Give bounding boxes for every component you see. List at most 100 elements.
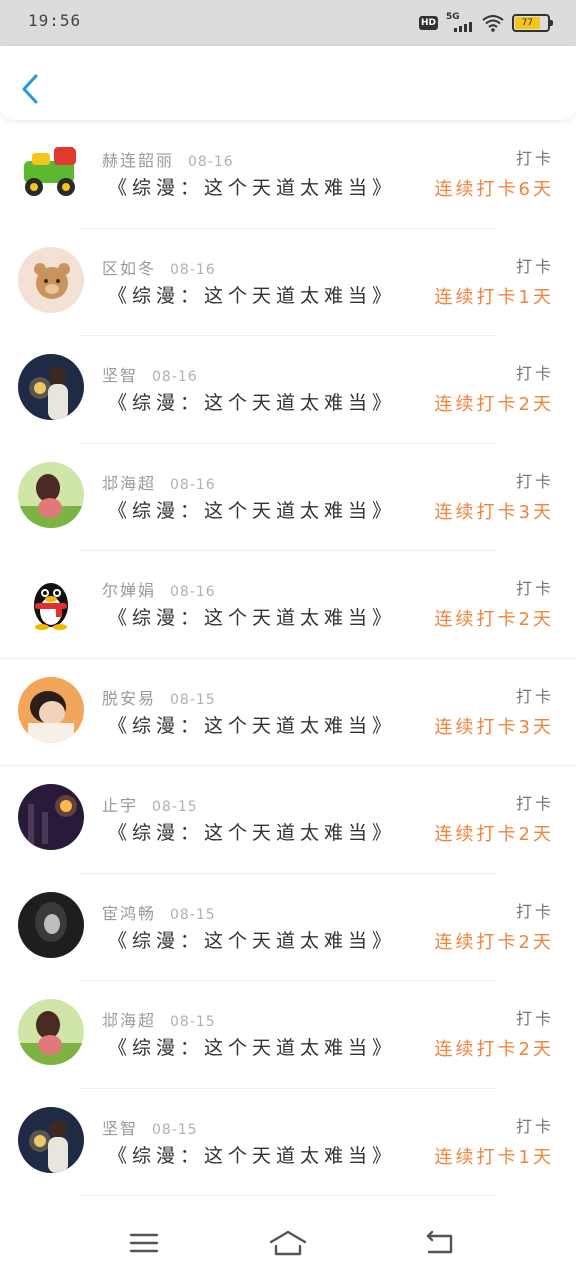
entry-date: 08-15: [170, 906, 216, 923]
entry-date: 08-15: [152, 1121, 198, 1138]
checkin-label: 打卡: [515, 579, 554, 598]
checkin-label: 打卡: [515, 471, 554, 491]
avatar[interactable]: [18, 1106, 84, 1173]
book-title: 《综漫：这个天道太难当》: [108, 499, 397, 522]
book-title: 《综漫：这个天道太难当》: [108, 1037, 397, 1059]
user-name: 宦鸿畅: [102, 903, 157, 923]
book-title: 《综漫：这个天道太难当》: [108, 929, 397, 952]
entry-date: 08-16: [152, 369, 198, 385]
sparkler-night-avatar: [18, 1106, 84, 1173]
list-item[interactable]: 坚智 08-16 《综漫：这个天道太难当》 打卡 连续打卡2天: [0, 336, 576, 444]
menu-button[interactable]: [124, 1228, 164, 1258]
top-bar: [0, 46, 576, 120]
book-title: 《综漫：这个天道太难当》: [108, 714, 397, 737]
system-nav-bar: [0, 1210, 576, 1280]
menu-icon: [129, 1233, 159, 1253]
book-title: 《综漫：这个天道太难当》: [108, 177, 397, 199]
streak-label: 连续打卡2天: [434, 394, 554, 415]
signal-icon: 5G: [446, 12, 474, 32]
book-title: 《综漫：这个天道太难当》: [108, 284, 397, 307]
book-title: 《综漫：这个天道太难当》: [108, 822, 397, 844]
book-title: 《综漫：这个天道太难当》: [108, 1144, 397, 1167]
home-button[interactable]: [268, 1228, 308, 1258]
user-name: 邶海超: [102, 473, 157, 493]
checkin-label: 打卡: [515, 686, 554, 706]
avatar[interactable]: [18, 246, 84, 313]
back-arrow-icon: [426, 1230, 453, 1254]
back-nav-button[interactable]: [420, 1228, 460, 1258]
hd-badge: HD: [418, 16, 438, 30]
dark-portrait-avatar: [18, 891, 84, 958]
streak-label: 连续打卡2天: [434, 931, 554, 953]
entry-date: 08-16: [170, 476, 216, 493]
streak-label: 连续打卡1天: [434, 286, 554, 308]
user-meta: 邶海超 08-16: [102, 470, 216, 494]
user-meta: 区如冬 08-16: [102, 255, 216, 279]
entry-date: 08-16: [170, 584, 216, 600]
entry-date: 08-15: [170, 691, 216, 708]
streak-label: 连续打卡3天: [434, 716, 554, 738]
sparkler-night-avatar: [18, 354, 84, 420]
streak-label: 连续打卡6天: [434, 179, 554, 200]
user-meta: 止宇 08-15: [102, 792, 198, 816]
battery-level: 77: [515, 17, 540, 29]
checkin-label: 打卡: [515, 256, 554, 276]
user-name: 赫连韶丽: [102, 151, 175, 170]
girl-grass-avatar: [18, 461, 84, 528]
list-item[interactable]: 坚智 08-15 《综漫：这个天道太难当》 打卡 连续打卡1天: [0, 1089, 576, 1196]
list-item[interactable]: 宦鸿畅 08-15 《综漫：这个天道太难当》 打卡 连续打卡2天: [0, 874, 576, 981]
user-meta: 赫连韶丽 08-16: [102, 147, 234, 171]
avatar[interactable]: [18, 461, 84, 528]
chevron-left-icon: [22, 74, 38, 104]
streak-label: 连续打卡3天: [434, 501, 554, 523]
home-icon: [269, 1230, 307, 1256]
list-item[interactable]: 尔婵娟 08-16 《综漫：这个天道太难当》 打卡 连续打卡2天: [0, 551, 576, 659]
status-time: 19:56: [28, 11, 82, 30]
streak-label: 连续打卡2天: [434, 1039, 554, 1060]
user-name: 坚智: [102, 366, 139, 385]
user-meta: 脱安易 08-15: [102, 685, 216, 709]
list-item[interactable]: 邶海超 08-15 《综漫：这个天道太难当》 打卡 连续打卡2天: [0, 981, 576, 1089]
night-lantern-avatar: [18, 784, 84, 850]
list-item[interactable]: 止宇 08-15 《综漫：这个天道太难当》 打卡 连续打卡2天: [0, 766, 576, 874]
list-item[interactable]: 脱安易 08-15 《综漫：这个天道太难当》 打卡 连续打卡3天: [0, 659, 576, 766]
checkin-label: 打卡: [515, 901, 554, 921]
avatar[interactable]: [18, 999, 84, 1065]
user-meta: 坚智 08-15: [102, 1115, 198, 1139]
avatar[interactable]: [18, 569, 84, 635]
avatar[interactable]: [18, 784, 84, 850]
status-icons: HD 5G 77: [418, 12, 553, 34]
avatar[interactable]: [18, 354, 84, 420]
divider: [80, 1195, 496, 1196]
avatar[interactable]: [18, 139, 84, 205]
checkin-label: 打卡: [515, 1116, 554, 1136]
network-label: 5G: [446, 12, 460, 22]
list-item[interactable]: 赫连韶丽 08-16 《综漫：这个天道太难当》 打卡 连续打卡6天: [0, 121, 576, 229]
checkin-label: 打卡: [515, 794, 554, 813]
entry-date: 08-15: [152, 799, 198, 815]
book-title: 《综漫：这个天道太难当》: [108, 607, 397, 629]
avatar[interactable]: [18, 891, 84, 958]
back-button[interactable]: [18, 72, 46, 106]
book-title: 《综漫：这个天道太难当》: [108, 392, 397, 414]
qq-penguin-avatar: [18, 569, 84, 635]
status-bar: 19:56 HD 5G 77: [0, 0, 576, 46]
avatar[interactable]: [18, 676, 84, 743]
user-name: 坚智: [102, 1118, 139, 1138]
entry-date: 08-16: [188, 154, 234, 170]
user-name: 邶海超: [102, 1011, 157, 1030]
list-item[interactable]: 区如冬 08-16 《综漫：这个天道太难当》 打卡 连续打卡1天: [0, 229, 576, 336]
entry-date: 08-16: [170, 261, 216, 278]
checkin-label: 打卡: [515, 1009, 554, 1028]
list-item[interactable]: 邶海超 08-16 《综漫：这个天道太难当》 打卡 连续打卡3天: [0, 444, 576, 551]
user-name: 区如冬: [102, 258, 157, 278]
user-meta: 尔婵娟 08-16: [102, 577, 216, 601]
user-meta: 宦鸿畅 08-15: [102, 900, 216, 924]
streak-label: 连续打卡1天: [434, 1146, 554, 1168]
streak-label: 连续打卡2天: [434, 609, 554, 630]
user-meta: 邶海超 08-15: [102, 1007, 216, 1031]
entry-date: 08-15: [170, 1014, 216, 1030]
girl-portrait-avatar: [18, 676, 84, 743]
battery-icon: 77: [512, 14, 553, 32]
wifi-icon: [482, 15, 504, 32]
